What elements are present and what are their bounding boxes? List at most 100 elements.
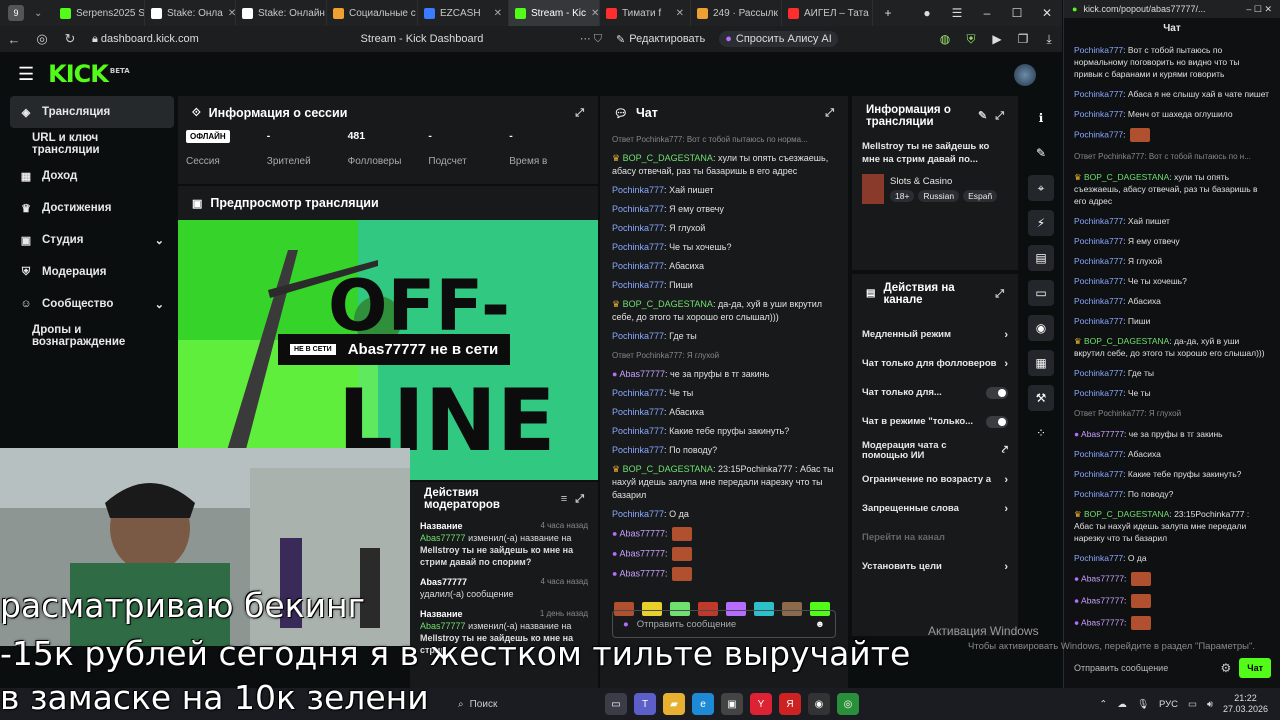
vpn-icon[interactable]: ⛨ bbox=[958, 32, 984, 47]
popout-input[interactable]: Отправить сообщение bbox=[1074, 663, 1212, 673]
channel-action-item[interactable]: Чат только для фолловеров › bbox=[852, 349, 1018, 378]
sidebar-item[interactable]: ▦ Доход bbox=[10, 160, 174, 192]
toggle-switch[interactable] bbox=[986, 415, 1008, 428]
chrome-icon[interactable]: ◎ bbox=[837, 693, 859, 715]
chat-username[interactable]: Abas77777 bbox=[619, 568, 665, 578]
globe-icon[interactable]: ◍ bbox=[932, 32, 958, 47]
sidebar-item[interactable]: ♛ Достижения bbox=[10, 192, 174, 224]
chat-username[interactable]: Abas77777 bbox=[619, 528, 665, 538]
new-tab-button[interactable]: + bbox=[873, 6, 903, 20]
browser-tab[interactable]: Stream - Kic ✕ bbox=[509, 0, 600, 26]
channel-action-item[interactable]: Чат только для... bbox=[852, 378, 1018, 407]
channel-action-item[interactable]: Медленный режим › bbox=[852, 320, 1018, 349]
moderator-entry[interactable]: Название 4 часа назад Abas77777 изменил(-а… bbox=[410, 516, 598, 572]
channel-action-item[interactable]: Запрещенные слова › bbox=[852, 494, 1018, 523]
teams-icon[interactable]: T bbox=[634, 693, 656, 715]
chat-username[interactable]: Pochinka777 bbox=[1074, 368, 1123, 378]
taskview-icon[interactable]: ▭ bbox=[605, 693, 627, 715]
popout-icon[interactable]: ⤢ bbox=[575, 107, 584, 120]
radio-icon[interactable]: ◉ bbox=[1028, 315, 1054, 341]
moderators-popout-icon[interactable]: ⤢ bbox=[575, 493, 584, 506]
chat-username[interactable]: Pochinka777 bbox=[1074, 129, 1123, 139]
chat-username[interactable]: Pochinka777 bbox=[612, 426, 664, 436]
chat-username[interactable]: Pochinka777 bbox=[612, 388, 664, 398]
stream-preview[interactable]: OFF- LINE НЕ В СЕТИ Abas77777 не в сети bbox=[178, 220, 598, 480]
chat-username[interactable]: Pochinka777 bbox=[1074, 316, 1123, 326]
cloud-icon[interactable]: ☁ bbox=[1117, 699, 1127, 710]
document-icon[interactable]: ▤ bbox=[1028, 245, 1054, 271]
explorer-icon[interactable]: ▰ bbox=[663, 693, 685, 715]
browser-tab[interactable]: Тимати f ✕ bbox=[600, 0, 691, 26]
channel-action-item[interactable]: Перейти на канал bbox=[852, 523, 1018, 552]
chat-username[interactable]: Pochinka777 bbox=[1074, 553, 1123, 563]
browser-tab[interactable]: Serpens2025 S✕ bbox=[54, 0, 145, 26]
network-icon[interactable]: ▭ bbox=[1188, 699, 1197, 710]
chat-username[interactable]: Abas77777 bbox=[1081, 595, 1124, 605]
back-icon[interactable]: ← bbox=[0, 32, 28, 47]
close-tab-icon[interactable]: ✕ bbox=[676, 8, 684, 19]
popout-send-button[interactable]: Чат bbox=[1239, 658, 1271, 678]
chat-username[interactable]: Pochinka777 bbox=[612, 185, 664, 195]
download-icon[interactable]: ⤓ bbox=[1036, 32, 1062, 47]
bookmark-icon[interactable]: ❐ bbox=[1010, 32, 1036, 47]
chat-username[interactable]: Pochinka777 bbox=[1074, 109, 1123, 119]
language-indicator[interactable]: РУС bbox=[1159, 699, 1178, 710]
chat-username[interactable]: Pochinka777 bbox=[1074, 449, 1123, 459]
menu-icon[interactable]: ☰ bbox=[18, 64, 34, 85]
volume-icon[interactable]: 🔊︎ bbox=[1207, 699, 1213, 710]
chat-username[interactable]: Pochinka777 bbox=[1074, 489, 1123, 499]
chat-username[interactable]: Pochinka777 bbox=[1074, 276, 1123, 286]
minimize-button[interactable]: – bbox=[972, 6, 1002, 20]
alice-button[interactable]: ● Спросить Алису AI bbox=[719, 31, 838, 47]
layout-icon[interactable]: ▦ bbox=[1028, 350, 1054, 376]
settings-icon[interactable]: ⚙ bbox=[1220, 661, 1231, 675]
tag-chip[interactable]: 18+ bbox=[890, 190, 915, 202]
reload-icon[interactable]: ↻ bbox=[56, 31, 84, 47]
chat-username[interactable]: Pochinka777 bbox=[612, 407, 664, 417]
browser-tab[interactable]: АИГЕЛ – Тата✕ bbox=[782, 0, 873, 26]
sidebar-item[interactable]: ▣ Студия ⌄ bbox=[10, 224, 174, 256]
browser-menu[interactable]: 9 bbox=[0, 5, 34, 21]
chat-username[interactable]: Pochinka777 bbox=[612, 242, 664, 252]
more-icon[interactable]: ⋯ ⛉ bbox=[542, 32, 602, 46]
chevron-down-icon[interactable]: ⌄ bbox=[155, 234, 164, 247]
comment-icon[interactable]: ▭ bbox=[1028, 280, 1054, 306]
chat-username[interactable]: BOP_C_DAGESTANA bbox=[623, 299, 713, 309]
bolt-icon[interactable]: ⚡︎ bbox=[1028, 210, 1054, 236]
chat-username[interactable]: BOP_C_DAGESTANA bbox=[1084, 509, 1169, 519]
browser-tab[interactable]: EZCASH ✕ bbox=[418, 0, 509, 26]
tray-chevron-icon[interactable]: ⌃ bbox=[1099, 699, 1107, 710]
chat-username[interactable]: Pochinka777 bbox=[1074, 469, 1123, 479]
chat-username[interactable]: Abas77777 bbox=[619, 369, 665, 379]
scan-icon[interactable]: ⌖ bbox=[1028, 175, 1054, 201]
sidebar-item[interactable]: ◈ Трансляция bbox=[10, 96, 174, 128]
edge-icon[interactable]: e bbox=[692, 693, 714, 715]
sidebar-item[interactable]: ⛨ Модерация bbox=[10, 256, 174, 288]
chat-username[interactable]: Pochinka777 bbox=[1074, 296, 1123, 306]
chat-username[interactable]: Abas77777 bbox=[1081, 573, 1124, 583]
chat-username[interactable]: Pochinka777 bbox=[1074, 236, 1123, 246]
tag-chip[interactable]: Españ bbox=[963, 190, 998, 202]
yandex-icon[interactable]: Y bbox=[750, 693, 772, 715]
filter-icon[interactable]: ≡ bbox=[561, 493, 567, 505]
tag-chip[interactable]: Russian bbox=[918, 190, 960, 202]
close-tab-icon[interactable]: ✕ bbox=[494, 8, 502, 19]
sidebar-item[interactable]: Дропы и вознаграждение bbox=[10, 320, 174, 352]
chat-username[interactable]: Pochinka777 bbox=[612, 509, 664, 519]
channel-actions-popout-icon[interactable]: ⤢ bbox=[995, 288, 1004, 300]
chat-username[interactable]: Pochinka777 bbox=[612, 204, 664, 214]
channel-action-item[interactable]: Модерация чата с помощью ИИ ⤤ bbox=[852, 436, 1018, 465]
browser-tab[interactable]: Социальные с✕ bbox=[327, 0, 418, 26]
tab-list-chevron-icon[interactable]: ⌄ bbox=[34, 8, 54, 19]
wrench-icon[interactable]: ⚒ bbox=[1028, 385, 1054, 411]
sidebar-toggle-icon[interactable]: ☰ bbox=[942, 6, 972, 20]
sidebar-item[interactable]: ☺ Сообщество ⌄ bbox=[10, 288, 174, 320]
share-icon[interactable]: ⁘ bbox=[1028, 420, 1054, 446]
chevron-down-icon[interactable]: ⌄ bbox=[155, 298, 164, 311]
channel-action-item[interactable]: Ограничение по возрасту а › bbox=[852, 465, 1018, 494]
moderator-entry[interactable]: Abas77777 4 часа назад удалил(-а) сообщени… bbox=[410, 572, 598, 604]
chat-username[interactable]: Pochinka777 bbox=[612, 445, 664, 455]
close-tab-icon[interactable]: ✕ bbox=[591, 8, 599, 19]
chat-username[interactable]: Pochinka777 bbox=[612, 261, 664, 271]
channel-action-item[interactable]: Чат в режиме "только... bbox=[852, 407, 1018, 436]
